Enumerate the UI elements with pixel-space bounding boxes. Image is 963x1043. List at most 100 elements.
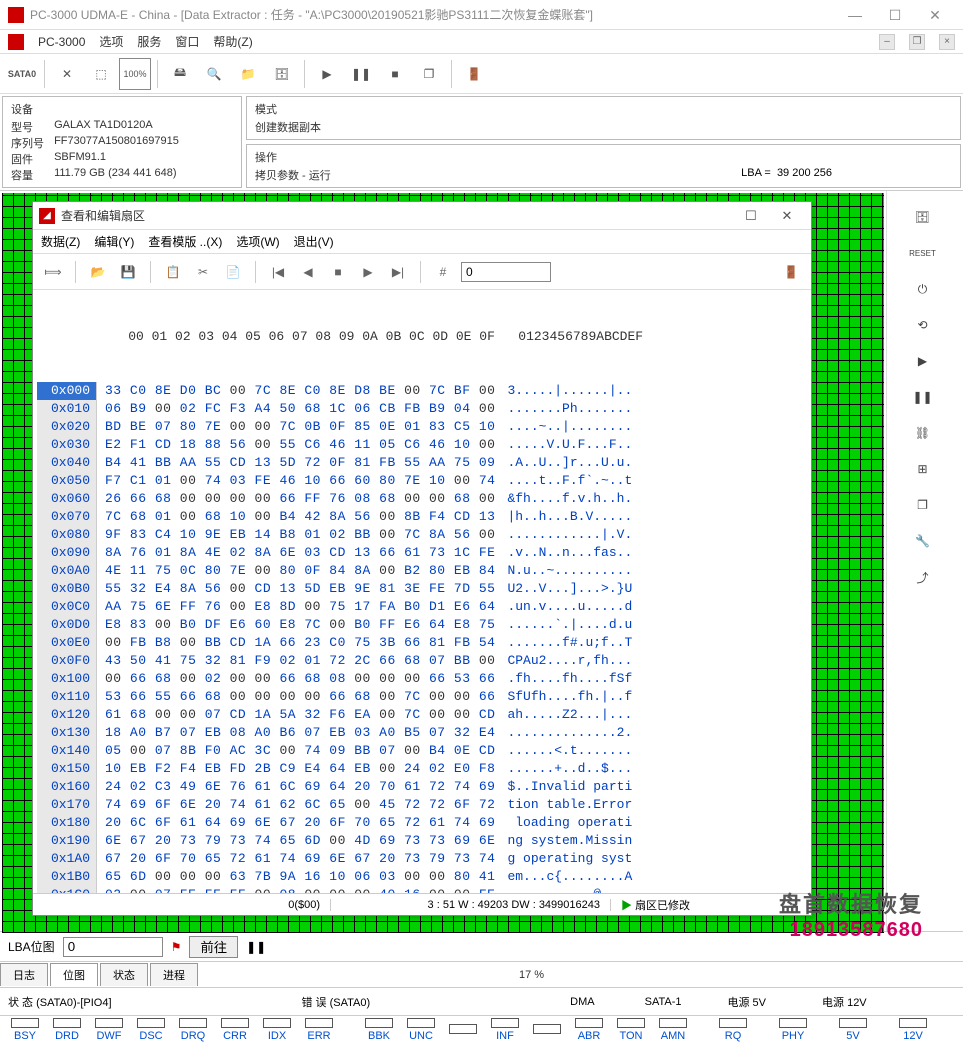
hex-row[interactable]: 0x0809F 83 C4 10 9E EB 14 B8 01 02 BB 00…	[37, 526, 807, 544]
hex-address: 0x1C0	[37, 886, 97, 893]
hex-row[interactable]: 0x13018 A0 B7 07 EB 08 A0 B6 07 EB 03 A0…	[37, 724, 807, 742]
side-chain-icon[interactable]: ⛓	[907, 417, 939, 449]
mdi-minimize-button[interactable]: –	[879, 34, 895, 50]
side-db-icon[interactable]: 🗄	[907, 201, 939, 233]
hex-goto-input[interactable]	[461, 262, 551, 282]
mdi-close-button[interactable]: ×	[939, 34, 955, 50]
hex-grid[interactable]: 00 01 02 03 04 05 06 07 08 09 0A 0B 0C 0…	[33, 290, 811, 893]
hex-menu-data[interactable]: 数据(Z)	[41, 233, 80, 250]
hex-row[interactable]: 0x0A04E 11 75 0C 80 7E 00 80 0F 84 8A 00…	[37, 562, 807, 580]
lba-flag-icon[interactable]: ⚑	[171, 940, 182, 954]
lba-go-button[interactable]: 前往	[189, 936, 238, 958]
hex-exit-icon[interactable]: 🚪	[779, 260, 803, 284]
hex-row[interactable]: 0x0908A 76 01 8A 4E 02 8A 6E 03 CD 13 66…	[37, 544, 807, 562]
side-arrow-icon[interactable]: ⤴	[907, 561, 939, 593]
minimize-button[interactable]: —	[835, 1, 875, 29]
tab-status[interactable]: 状态	[100, 963, 148, 986]
hex-row[interactable]: 0x0B055 32 E4 8A 56 00 CD 13 5D EB 9E 81…	[37, 580, 807, 598]
hex-row[interactable]: 0x11053 66 55 66 68 00 00 00 00 66 68 00…	[37, 688, 807, 706]
hex-menu-edit[interactable]: 编辑(Y)	[94, 233, 134, 250]
hex-row[interactable]: 0x00033 C0 8E D0 BC 00 7C 8E C0 8E D8 BE…	[37, 382, 807, 400]
close-button[interactable]: ✕	[915, 1, 955, 29]
hex-prev-icon[interactable]: ◀	[296, 260, 320, 284]
side-pause-icon[interactable]: ❚❚	[907, 381, 939, 413]
folder-icon[interactable]: 📁	[232, 58, 264, 90]
menu-app[interactable]: PC-3000	[38, 35, 85, 49]
pause-button[interactable]: ❚❚	[345, 58, 377, 90]
hex-row[interactable]: 0x1B065 6D 00 00 00 63 7B 9A 16 10 06 03…	[37, 868, 807, 886]
side-copy-icon[interactable]: ❐	[907, 489, 939, 521]
side-tool-icon[interactable]: 🔧	[907, 525, 939, 557]
sata-button[interactable]: SATA0	[6, 58, 38, 90]
hex-menu-exit[interactable]: 退出(V)	[294, 233, 334, 250]
side-reset-icon[interactable]: RESET	[907, 237, 939, 269]
hex-ascii: .un.v....u.....d	[495, 598, 632, 616]
hex-cut-icon[interactable]: ✂	[191, 260, 215, 284]
side-grid-icon[interactable]: ⊞	[907, 453, 939, 485]
hex-copy-icon[interactable]: 📋	[161, 260, 185, 284]
tab-log[interactable]: 日志	[0, 963, 48, 986]
stop-button[interactable]: ■	[379, 58, 411, 90]
hex-connector-icon[interactable]: ⟾	[41, 260, 65, 284]
hex-close-button[interactable]: ✕	[769, 208, 805, 224]
hex-row[interactable]: 0x10000 66 68 00 02 00 00 66 68 08 00 00…	[37, 670, 807, 688]
hex-row[interactable]: 0x050F7 C1 01 00 74 03 FE 46 10 66 60 80…	[37, 472, 807, 490]
percent-icon[interactable]: 100%	[119, 58, 151, 90]
db-icon[interactable]: 🗄	[266, 58, 298, 90]
disk-icon[interactable]: 🖴	[164, 58, 196, 90]
hex-stop-icon[interactable]: ■	[326, 260, 350, 284]
hex-ascii: ah.....Z2...|...	[495, 706, 632, 724]
hex-row[interactable]: 0x0C0AA 75 6E FF 76 00 E8 8D 00 75 17 FA…	[37, 598, 807, 616]
hex-row[interactable]: 0x1906E 67 20 73 79 73 74 65 6D 00 4D 69…	[37, 832, 807, 850]
hex-open-icon[interactable]: 📂	[86, 260, 110, 284]
maximize-button[interactable]: ☐	[875, 1, 915, 29]
side-zoom-icon[interactable]: ⟲	[907, 309, 939, 341]
tab-bitmap[interactable]: 位图	[50, 963, 98, 986]
hex-next-icon[interactable]: ▶	[356, 260, 380, 284]
copy-icon[interactable]: ❐	[413, 58, 445, 90]
hex-menu-options[interactable]: 选项(W)	[236, 233, 279, 250]
menu-service[interactable]: 服务	[137, 33, 161, 50]
jar-icon[interactable]: ⬚	[85, 58, 117, 90]
hex-max-button[interactable]: ☐	[733, 208, 769, 224]
hex-row[interactable]: 0x1A067 20 6F 70 65 72 61 74 69 6E 67 20…	[37, 850, 807, 868]
side-play-icon[interactable]: ▶	[907, 345, 939, 377]
hex-bytes: 9F 83 C4 10 9E EB 14 B8 01 02 BB 00 7C 8…	[97, 526, 495, 544]
lba-pause-icon[interactable]: ❚❚	[246, 940, 266, 954]
menu-help[interactable]: 帮助(Z)	[213, 33, 252, 50]
hex-menu-template[interactable]: 查看模版 ..(X)	[148, 233, 222, 250]
lba-input[interactable]	[63, 937, 163, 957]
hex-first-icon[interactable]: |◀	[266, 260, 290, 284]
hex-row[interactable]: 0x0F043 50 41 75 32 81 F9 02 01 72 2C 66…	[37, 652, 807, 670]
tab-process[interactable]: 进程	[150, 963, 198, 986]
hex-bytes: 00 FB B8 00 BB CD 1A 66 23 C0 75 3B 66 8…	[97, 634, 495, 652]
hex-row[interactable]: 0x16024 02 C3 49 6E 76 61 6C 69 64 20 70…	[37, 778, 807, 796]
hex-row[interactable]: 0x1C002 00 07 FE FF FF 00 08 00 00 00 40…	[37, 886, 807, 893]
hex-save-icon[interactable]: 💾	[116, 260, 140, 284]
hex-row[interactable]: 0x0707C 68 01 00 68 10 00 B4 42 8A 56 00…	[37, 508, 807, 526]
menu-options[interactable]: 选项	[99, 33, 123, 50]
hex-row[interactable]: 0x17074 69 6F 6E 20 74 61 62 6C 65 00 45…	[37, 796, 807, 814]
hex-row[interactable]: 0x01006 B9 00 02 FC F3 A4 50 68 1C 06 CB…	[37, 400, 807, 418]
tool-icon[interactable]: ✕	[51, 58, 83, 90]
hex-row[interactable]: 0x06026 66 68 00 00 00 00 66 FF 76 08 68…	[37, 490, 807, 508]
progress-text: 17 %	[200, 969, 963, 981]
play-button[interactable]: ▶	[311, 58, 343, 90]
mdi-restore-button[interactable]: ❐	[909, 34, 925, 50]
hex-grid-icon[interactable]: #	[431, 260, 455, 284]
hex-row[interactable]: 0x14005 00 07 8B F0 AC 3C 00 74 09 BB 07…	[37, 742, 807, 760]
hex-paste-icon[interactable]: 📄	[221, 260, 245, 284]
hex-row[interactable]: 0x030E2 F1 CD 18 88 56 00 55 C6 46 11 05…	[37, 436, 807, 454]
binoculars-icon[interactable]: 🔍	[198, 58, 230, 90]
hex-row[interactable]: 0x0E000 FB B8 00 BB CD 1A 66 23 C0 75 3B…	[37, 634, 807, 652]
menu-window[interactable]: 窗口	[175, 33, 199, 50]
hex-row[interactable]: 0x040B4 41 BB AA 55 CD 13 5D 72 0F 81 FB…	[37, 454, 807, 472]
hex-row[interactable]: 0x020BD BE 07 80 7E 00 00 7C 0B 0F 85 0E…	[37, 418, 807, 436]
hex-row[interactable]: 0x0D0E8 83 00 B0 DF E6 60 E8 7C 00 B0 FF…	[37, 616, 807, 634]
hex-row[interactable]: 0x15010 EB F2 F4 EB FD 2B C9 E4 64 EB 00…	[37, 760, 807, 778]
hex-row[interactable]: 0x12061 68 00 00 07 CD 1A 5A 32 F6 EA 00…	[37, 706, 807, 724]
side-power-icon[interactable]: ⏻	[907, 273, 939, 305]
exit-icon[interactable]: 🚪	[458, 58, 490, 90]
hex-row[interactable]: 0x18020 6C 6F 61 64 69 6E 67 20 6F 70 65…	[37, 814, 807, 832]
hex-last-icon[interactable]: ▶|	[386, 260, 410, 284]
